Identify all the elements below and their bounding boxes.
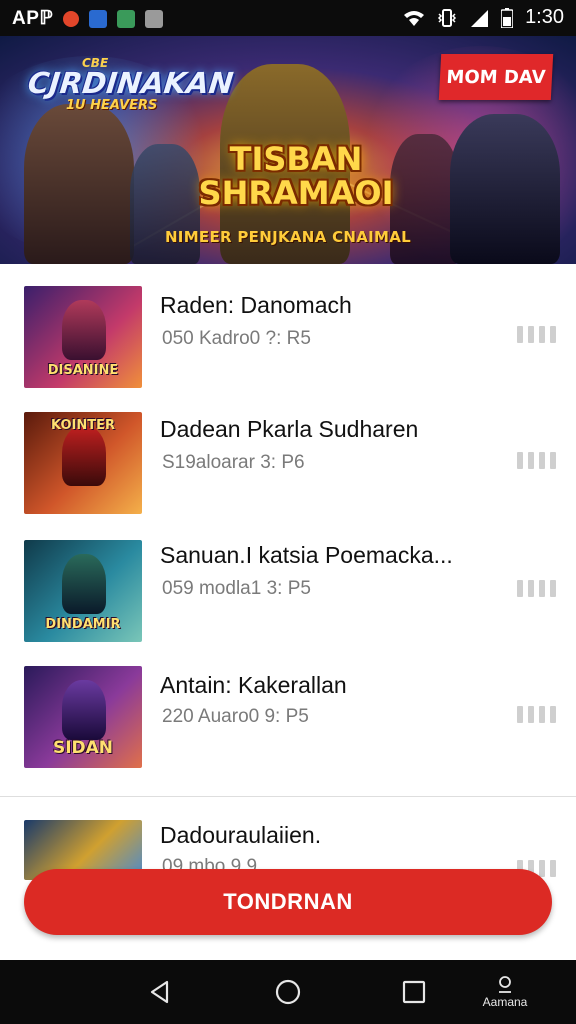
banner-badge[interactable]: MOM DAV bbox=[438, 54, 554, 100]
item-title: Raden: Danomach bbox=[160, 292, 352, 318]
vibrate-icon bbox=[438, 8, 457, 27]
list-item[interactable]: KOINTER Dadean Pkarla Sudharen S19aloara… bbox=[0, 404, 576, 528]
notification-red-icon bbox=[63, 10, 80, 27]
promo-banner[interactable]: CBE CJRDINAKAN 1U HEAVERS TISBAN SHRAMAO… bbox=[0, 36, 576, 264]
primary-action-button[interactable]: TONDRNAN bbox=[24, 869, 552, 935]
item-subtitle: 059 modla1 3: P5 bbox=[162, 578, 311, 599]
notification-blue-icon bbox=[89, 9, 108, 28]
banner-subtitle: 1U HEAVERS bbox=[66, 98, 158, 113]
thumbnail-figure bbox=[62, 554, 106, 614]
game-thumbnail: SIDAN bbox=[24, 666, 142, 768]
banner-center-title: TISBAN SHRAMAOI bbox=[196, 142, 396, 210]
thumbnail-caption: KOINTER bbox=[50, 418, 116, 433]
banner-tagline: NIMEER PENJKANA CNAIMAL bbox=[164, 228, 412, 246]
recents-button[interactable] bbox=[384, 960, 444, 1024]
account-label: Aamana bbox=[482, 995, 528, 1009]
account-icon bbox=[499, 976, 511, 993]
item-subtitle: S19aloarar 3: P6 bbox=[162, 452, 305, 473]
list-item[interactable]: DISANINE Raden: Danomach 050 Kadro0 ?: R… bbox=[0, 280, 576, 404]
banner-center-line2: SHRAMAOI bbox=[198, 174, 394, 212]
item-title: Dadouraulaiien. bbox=[160, 822, 322, 848]
recents-icon bbox=[402, 980, 426, 1004]
banner-title: CJRDINAKAN bbox=[26, 66, 235, 100]
thumbnail-caption: DINDAMIR bbox=[45, 617, 121, 632]
item-title: Dadean Pkarla Sudharen bbox=[160, 416, 419, 442]
notification-clipboard-icon bbox=[145, 9, 164, 28]
item-subtitle: 050 Kadro0 ?: R5 bbox=[162, 328, 311, 349]
item-title: Sanuan.I katsia Poemacka... bbox=[160, 542, 453, 568]
wifi-icon bbox=[404, 10, 425, 26]
item-subtitle: 220 Auaro0 9: P5 bbox=[162, 706, 309, 727]
more-options-icon[interactable] bbox=[517, 706, 556, 723]
thumbnail-caption: SIDAN bbox=[52, 738, 114, 758]
more-options-icon[interactable] bbox=[517, 580, 556, 597]
status-bar-left: APℙ bbox=[12, 7, 164, 30]
list-item[interactable]: DINDAMIR Sanuan.I katsia Poemacka... 059… bbox=[0, 532, 576, 656]
hero-figure-left-back bbox=[130, 144, 200, 264]
more-options-icon[interactable] bbox=[517, 452, 556, 469]
status-time: 1:30 bbox=[525, 6, 564, 28]
battery-icon bbox=[501, 7, 514, 28]
banner-center-line1: TISBAN bbox=[229, 140, 363, 178]
status-bar: APℙ 1:30 bbox=[0, 0, 576, 36]
signal-icon bbox=[471, 9, 489, 27]
list-divider bbox=[0, 796, 576, 797]
status-bar-right: 1:30 bbox=[403, 6, 564, 29]
game-thumbnail: KOINTER bbox=[24, 412, 142, 514]
notification-gallery-icon bbox=[117, 9, 136, 28]
home-button[interactable] bbox=[258, 960, 318, 1024]
more-options-icon[interactable] bbox=[517, 326, 556, 343]
back-button[interactable] bbox=[130, 960, 190, 1024]
item-title: Antain: Kakerallan bbox=[160, 672, 347, 698]
back-icon bbox=[150, 980, 169, 1004]
status-app-label: APℙ bbox=[12, 8, 54, 29]
thumbnail-figure bbox=[62, 426, 106, 486]
list-item[interactable]: SIDAN Antain: Kakerallan 220 Auaro0 9: P… bbox=[0, 660, 576, 784]
home-icon bbox=[275, 979, 301, 1005]
thumbnail-caption: DISANINE bbox=[47, 363, 119, 378]
account-button[interactable]: Aamana bbox=[470, 960, 540, 1024]
thumbnail-figure bbox=[62, 680, 106, 740]
game-thumbnail: DINDAMIR bbox=[24, 540, 142, 642]
game-thumbnail: DISANINE bbox=[24, 286, 142, 388]
system-nav-bar: Aamana bbox=[0, 960, 576, 1024]
thumbnail-figure bbox=[62, 300, 106, 360]
